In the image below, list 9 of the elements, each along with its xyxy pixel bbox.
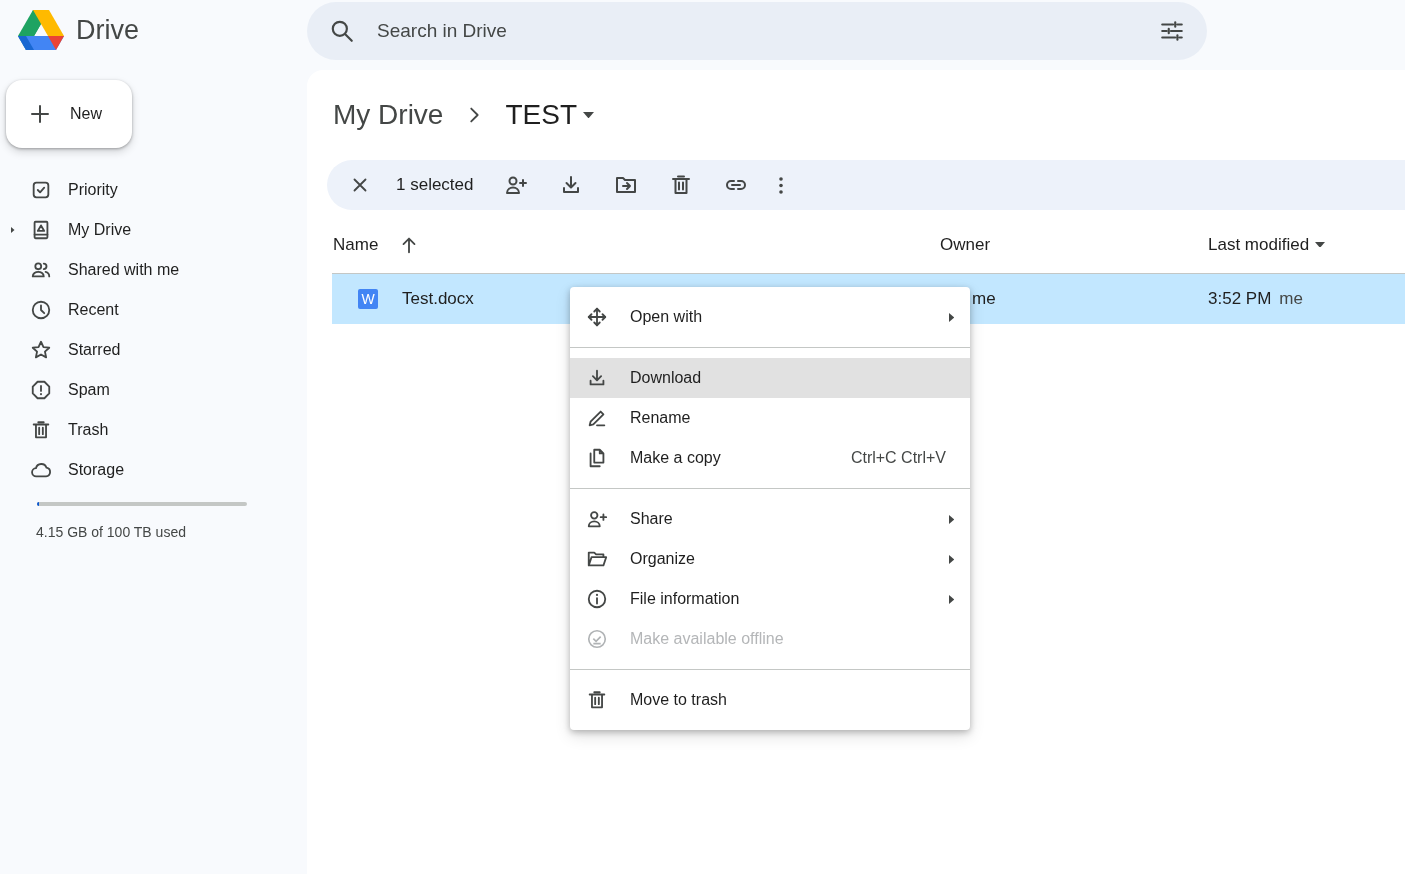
modified-by: me (1279, 289, 1303, 309)
selection-count: 1 selected (396, 175, 474, 195)
modified-time: 3:52 PM (1208, 289, 1272, 309)
keyboard-shortcut: Ctrl+C Ctrl+V (850, 449, 946, 467)
app-name: Drive (76, 14, 139, 46)
document-icon: W (358, 289, 378, 309)
file-name: Test.docx (402, 289, 474, 309)
owner-text: me (972, 289, 996, 309)
storage-usage-text: 4.15 GB of 100 TB used (36, 524, 187, 540)
